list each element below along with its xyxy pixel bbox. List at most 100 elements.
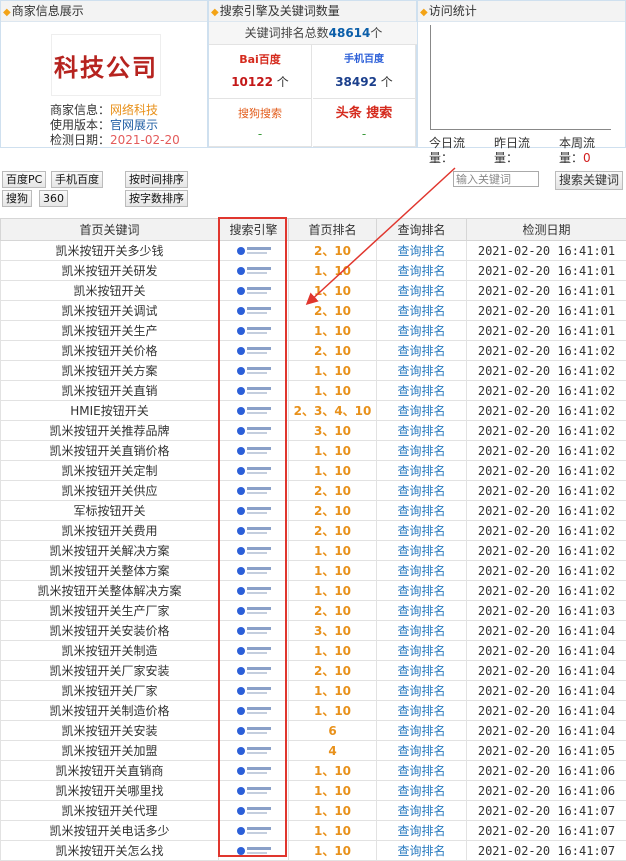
engine-cell [219,261,289,281]
query-rank-link[interactable]: 查询排名 [377,381,467,401]
mobile-baidu-icon [235,706,273,717]
query-rank-link[interactable]: 查询排名 [377,481,467,501]
rank-cell: 1、10 [289,381,377,401]
query-rank-link[interactable]: 查询排名 [377,821,467,841]
rank-cell: 3、10 [289,421,377,441]
query-rank-link[interactable]: 查询排名 [377,461,467,481]
query-rank-link[interactable]: 查询排名 [377,621,467,641]
query-rank-link[interactable]: 查询排名 [377,521,467,541]
query-rank-link[interactable]: 查询排名 [377,841,467,861]
sort-by-time-button[interactable]: 按时间排序 [125,171,188,188]
engine-cell [219,801,289,821]
sort-by-count-button[interactable]: 按字数排序 [125,190,188,207]
keyword-cell: 凯米按钮开关怎么找 [1,841,219,861]
visits-panel-title: 访问统计 [429,4,477,18]
engine-cell [219,601,289,621]
table-row: 凯米按钮开关方案1、10查询排名2021-02-20 16:41:02 [1,361,626,381]
mobile-baidu-icon [235,606,273,617]
query-rank-link[interactable]: 查询排名 [377,321,467,341]
query-rank-link[interactable]: 查询排名 [377,801,467,821]
date-cell: 2021-02-20 16:41:02 [467,381,626,401]
query-rank-link[interactable]: 查询排名 [377,281,467,301]
filter-360-button[interactable]: 360 [39,190,68,207]
merchant-panel-title: 商家信息展示 [12,4,84,18]
query-rank-link[interactable]: 查询排名 [377,701,467,721]
query-rank-link[interactable]: 查询排名 [377,601,467,621]
engine-cell [219,501,289,521]
query-rank-link[interactable]: 查询排名 [377,561,467,581]
query-rank-link[interactable]: 查询排名 [377,241,467,261]
engine-cell [219,721,289,741]
table-row: 凯米按钮开关代理1、10查询排名2021-02-20 16:41:07 [1,801,626,821]
query-rank-link[interactable]: 查询排名 [377,441,467,461]
table-row: 凯米按钮开关加盟4查询排名2021-02-20 16:41:05 [1,741,626,761]
query-rank-link[interactable]: 查询排名 [377,361,467,381]
query-rank-link[interactable]: 查询排名 [377,401,467,421]
filter-mobile-baidu-button[interactable]: 手机百度 [51,171,103,188]
query-rank-link[interactable]: 查询排名 [377,721,467,741]
rank-cell: 1、10 [289,641,377,661]
rank-cell: 2、10 [289,661,377,681]
keyword-cell: 凯米按钮开关解决方案 [1,541,219,561]
diamond-icon: ◆ [3,7,11,18]
rank-cell: 1、10 [289,581,377,601]
keyword-cell: 凯米按钮开关加盟 [1,741,219,761]
mobile-baidu-icon [235,626,273,637]
rank-cell: 1、10 [289,821,377,841]
keyword-ranking-table: 首页关键词 搜索引擎 首页排名 查询排名 检测日期 凯米按钮开关多少钱2、10查… [0,218,626,861]
rank-cell: 1、10 [289,541,377,561]
query-rank-link[interactable]: 查询排名 [377,541,467,561]
query-rank-link[interactable]: 查询排名 [377,341,467,361]
keyword-cell: 凯米按钮开关直销价格 [1,441,219,461]
query-rank-link[interactable]: 查询排名 [377,421,467,441]
diamond-icon: ◆ [211,7,219,18]
mobile-baidu-icon [235,786,273,797]
query-rank-link[interactable]: 查询排名 [377,661,467,681]
date-cell: 2021-02-20 16:41:07 [467,801,626,821]
engine-cell [219,301,289,321]
filter-sogou-button[interactable]: 搜狗 [2,190,32,207]
search-keyword-button[interactable]: 搜索关键词 [555,171,623,190]
engine-mobile-baidu[interactable]: 手机百度 38492 个 [313,45,416,99]
keyword-cell: 凯米按钮开关制造价格 [1,701,219,721]
filter-baidu-pc-button[interactable]: 百度PC [2,171,46,188]
query-rank-link[interactable]: 查询排名 [377,761,467,781]
query-rank-link[interactable]: 查询排名 [377,681,467,701]
keyword-cell: 凯米按钮开关调试 [1,301,219,321]
rank-cell: 2、10 [289,301,377,321]
engine-cell [219,581,289,601]
mobile-baidu-icon [235,666,273,677]
rank-cell: 1、10 [289,461,377,481]
mobile-baidu-icon [235,246,273,257]
engine-sogou[interactable]: 搜狗搜索 - [209,99,312,147]
query-rank-link[interactable]: 查询排名 [377,741,467,761]
mobile-baidu-icon [235,306,273,317]
engine-cell [219,401,289,421]
keyword-search-input[interactable]: 输入关键词 [453,171,539,187]
engine-toutiao[interactable]: 头条 搜索 - [313,99,416,147]
rank-cell: 1、10 [289,261,377,281]
engine-baidu[interactable]: Bai百度 10122 个 [209,45,312,99]
query-rank-link[interactable]: 查询排名 [377,301,467,321]
engine-cell [219,561,289,581]
date-cell: 2021-02-20 16:41:04 [467,661,626,681]
mobile-baidu-icon [235,286,273,297]
mobile-baidu-icon [235,826,273,837]
keyword-cell: 凯米按钮开关代理 [1,801,219,821]
table-row: 凯米按钮开关哪里找1、10查询排名2021-02-20 16:41:06 [1,781,626,801]
keyword-cell: 军标按钮开关 [1,501,219,521]
table-row: 凯米按钮开关价格2、10查询排名2021-02-20 16:41:02 [1,341,626,361]
query-rank-link[interactable]: 查询排名 [377,501,467,521]
date-cell: 2021-02-20 16:41:05 [467,741,626,761]
date-cell: 2021-02-20 16:41:07 [467,821,626,841]
keyword-cell: 凯米按钮开关制造 [1,641,219,661]
query-rank-link[interactable]: 查询排名 [377,581,467,601]
search-panel-title: 搜索引擎及关键词数量 [220,4,340,18]
query-rank-link[interactable]: 查询排名 [377,261,467,281]
table-row: 凯米按钮开关生产1、10查询排名2021-02-20 16:41:01 [1,321,626,341]
query-rank-link[interactable]: 查询排名 [377,781,467,801]
date-cell: 2021-02-20 16:41:01 [467,241,626,261]
query-rank-link[interactable]: 查询排名 [377,641,467,661]
rank-cell: 1、10 [289,841,377,861]
date-cell: 2021-02-20 16:41:06 [467,761,626,781]
